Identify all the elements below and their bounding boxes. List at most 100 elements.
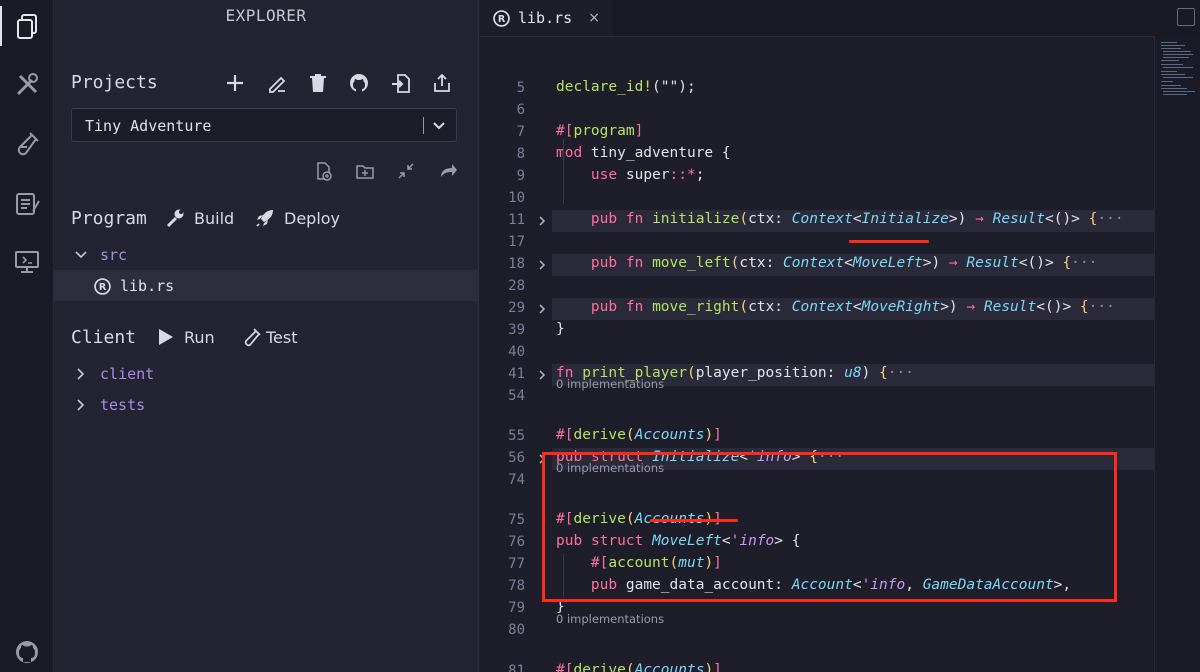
line-number: 9 [516, 168, 525, 184]
tab-bar: R lib.rs × [479, 0, 1200, 37]
line-number: 81 [508, 663, 525, 672]
code-line: #[program] [556, 123, 644, 139]
new-file-icon[interactable] [310, 158, 336, 184]
tree-folder-client-label: client [100, 365, 155, 383]
line-number: 10 [508, 190, 525, 206]
explorer-title: EXPLORER [225, 6, 307, 25]
run-label: Run [184, 327, 215, 347]
test-tube-icon [244, 328, 261, 347]
code-line: pub fn move_right(ctx: Context<MoveRight… [590, 299, 1115, 315]
line-number: 77 [508, 556, 525, 572]
project-select-value: Tiny Adventure [85, 117, 212, 135]
line-number: 29 [508, 300, 525, 316]
code-lens-implementations[interactable]: 0 implementations [556, 612, 664, 626]
code-line: #[derive(Accounts)] [556, 427, 722, 443]
line-number: 54 [508, 388, 525, 404]
import-file-button[interactable] [388, 70, 414, 96]
minimap-preview [1161, 42, 1195, 95]
code-line: } [556, 321, 565, 337]
run-button[interactable]: Run [154, 326, 215, 348]
line-number: 56 [508, 450, 525, 466]
line-number: 80 [508, 622, 525, 638]
notes-icon[interactable] [0, 184, 53, 224]
chevron-down-icon [75, 251, 87, 259]
code-line: #[derive(Accounts)] [556, 662, 722, 672]
tree-folder-src-label: src [100, 246, 128, 264]
rust-file-icon: R [493, 9, 510, 27]
code-line: pub fn initialize(ctx: Context<Initializ… [590, 211, 1124, 227]
annotation-underline-context [849, 240, 929, 243]
new-folder-icon[interactable] [352, 158, 378, 184]
deploy-label: Deploy [284, 208, 341, 228]
close-icon[interactable]: × [588, 10, 600, 26]
tree-folder-tests[interactable]: tests [74, 396, 145, 414]
chevron-right-icon [77, 368, 85, 380]
fold-chevron-icon[interactable] [536, 369, 548, 381]
tree-folder-src[interactable]: src [74, 246, 127, 264]
rename-project-button[interactable] [264, 70, 290, 96]
fold-chevron-icon[interactable] [536, 303, 548, 315]
explorer-files-icon[interactable] [0, 6, 53, 46]
minimap[interactable] [1154, 36, 1200, 672]
code-line: use super::*; [590, 167, 705, 183]
indent-guide [563, 139, 564, 204]
projects-title: Projects [71, 72, 158, 93]
fold-chevron-icon[interactable] [536, 259, 548, 271]
tree-file-lib-label: lib.rs [120, 277, 175, 295]
code-lens-implementations[interactable]: 0 implementations [556, 377, 664, 391]
test-label: Test [266, 327, 298, 347]
line-number: 8 [516, 146, 525, 162]
collapse-all-icon[interactable] [393, 158, 419, 184]
test-tube-icon[interactable] [0, 124, 53, 164]
add-project-button[interactable] [222, 70, 248, 96]
project-select[interactable]: Tiny Adventure [71, 108, 457, 142]
line-number: 75 [508, 512, 525, 528]
line-number: 17 [508, 234, 525, 250]
play-icon [159, 329, 173, 345]
chevron-down-icon [433, 122, 445, 130]
github-icon[interactable] [0, 632, 53, 672]
build-button[interactable]: Build [164, 207, 234, 229]
rust-file-icon: R [94, 277, 111, 295]
line-number: 74 [508, 472, 525, 488]
code-line: declare_id!(""); [556, 79, 696, 95]
split-editor-icon[interactable] [1177, 8, 1195, 26]
tree-file-lib[interactable]: R lib.rs [94, 277, 174, 295]
build-label: Build [194, 208, 235, 228]
github-import-button[interactable] [346, 70, 372, 96]
client-title: Client [71, 327, 137, 348]
line-number: 7 [516, 124, 525, 140]
svg-text:R: R [498, 14, 506, 25]
line-number: 6 [516, 102, 525, 118]
code-line: pub fn move_left(ctx: Context<MoveLeft>)… [590, 255, 1098, 271]
line-number: 40 [508, 344, 525, 360]
activity-bar [0, 0, 54, 672]
export-project-button[interactable] [429, 70, 455, 96]
wrench-icon [166, 209, 184, 228]
line-number: 39 [508, 322, 525, 338]
line-number: 78 [508, 578, 525, 594]
line-number: 5 [516, 80, 525, 96]
explorer-panel: EXPLORER Projects Tiny Adventure Program… [54, 0, 478, 672]
line-number: 76 [508, 534, 525, 550]
share-icon[interactable] [435, 158, 461, 184]
line-number: 41 [508, 366, 525, 382]
rocket-icon [256, 210, 273, 227]
tools-icon[interactable] [0, 65, 53, 105]
fold-chevron-icon[interactable] [536, 215, 548, 227]
delete-project-button[interactable] [305, 70, 331, 96]
tab-lib-rs[interactable]: R lib.rs × [479, 0, 613, 36]
annotation-box [542, 452, 1117, 602]
tree-folder-client[interactable]: client [74, 365, 154, 383]
tab-label: lib.rs [518, 9, 573, 27]
line-number: 11 [508, 212, 525, 228]
line-number: 18 [508, 256, 525, 272]
svg-text:R: R [99, 282, 107, 293]
monitor-icon[interactable] [0, 242, 53, 282]
test-button[interactable]: Test [240, 326, 298, 348]
deploy-button[interactable]: Deploy [254, 207, 340, 229]
program-title: Program [71, 208, 147, 229]
line-number: 28 [508, 278, 525, 294]
chevron-right-icon [77, 399, 85, 411]
select-separator [423, 117, 424, 134]
